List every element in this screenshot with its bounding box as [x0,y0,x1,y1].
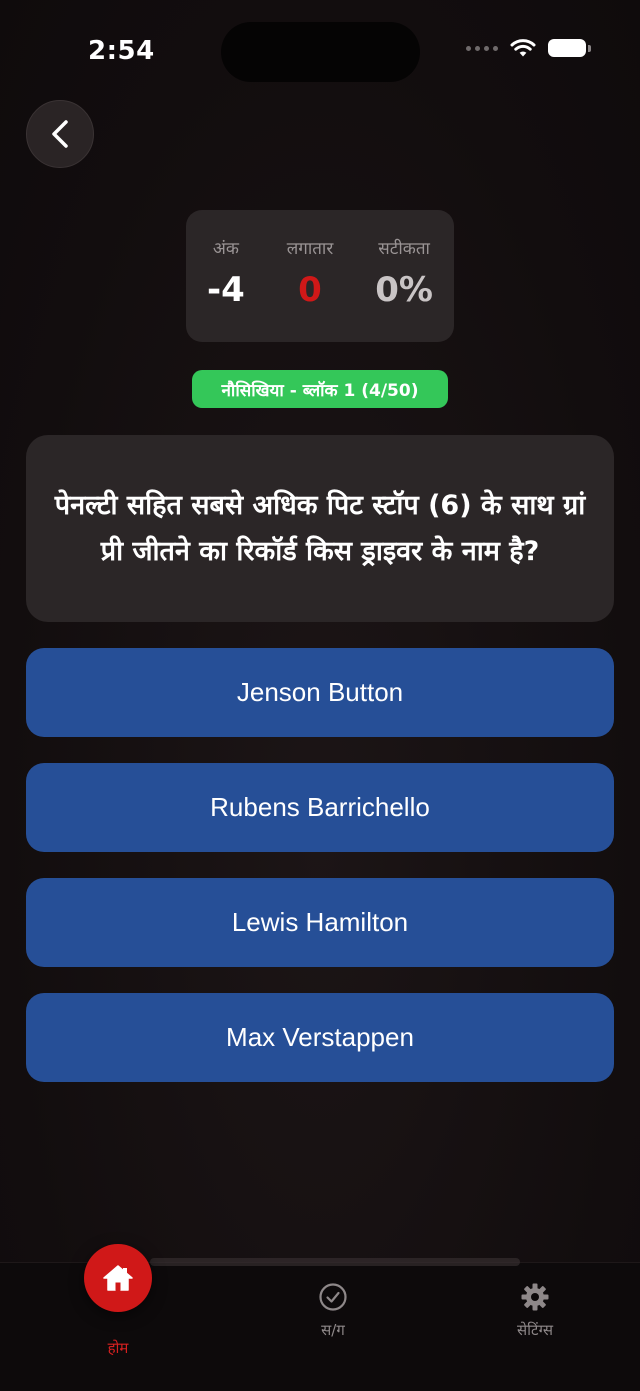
tab-home-label: होम [107,1339,129,1357]
tab-home-button[interactable] [84,1244,152,1312]
home-indicator [150,1258,520,1266]
status-time: 2:54 [88,36,155,66]
quiz-screen: 2:54 अंक -4 लगातार 0 सटीकता 0% नौसिखिया … [0,0,640,1391]
question-card: पेनल्टी सहित सबसे अधिक पिट स्टॉप (6) के … [26,435,614,622]
status-icons [466,38,591,58]
tab-home[interactable]: होम [84,1338,152,1358]
answer-option-2[interactable]: Rubens Barrichello [26,763,614,852]
stat-streak-value: 0 [298,270,322,310]
stat-score-value: -4 [206,270,245,310]
tab-qa-label: स/ग [321,1321,345,1339]
question-text: पेनल्टी सहित सबसे अधिक पिट स्टॉप (6) के … [54,489,586,567]
dynamic-island [221,22,420,82]
answer-option-3[interactable]: Lewis Hamilton [26,878,614,967]
answer-option-1[interactable]: Jenson Button [26,648,614,737]
wifi-icon [510,39,536,57]
chevron-left-icon [52,120,68,148]
stats-card: अंक -4 लगातार 0 सटीकता 0% [186,210,454,342]
back-button[interactable] [26,100,94,168]
gear-icon [521,1283,549,1311]
tab-settings[interactable]: सेटिंग्स [490,1282,580,1340]
level-badge: नौसिखिया - ब्लॉक 1 (4/50) [192,370,448,408]
stat-streak: लगातार 0 [287,238,334,310]
battery-icon [548,39,591,57]
house-icon [103,1265,133,1291]
tab-settings-label: सेटिंग्स [517,1321,553,1339]
tab-qa[interactable]: स/ग [293,1282,373,1340]
stat-accuracy-value: 0% [375,270,433,310]
stat-score: अंक -4 [207,238,245,310]
stat-score-label: अंक [212,239,239,259]
stat-accuracy: सटीकता 0% [375,238,433,310]
stat-accuracy-label: सटीकता [378,239,430,259]
stat-streak-label: लगातार [286,239,334,259]
check-circle-icon [319,1283,347,1311]
cellular-signal-icon [466,45,498,51]
answer-option-4[interactable]: Max Verstappen [26,993,614,1082]
